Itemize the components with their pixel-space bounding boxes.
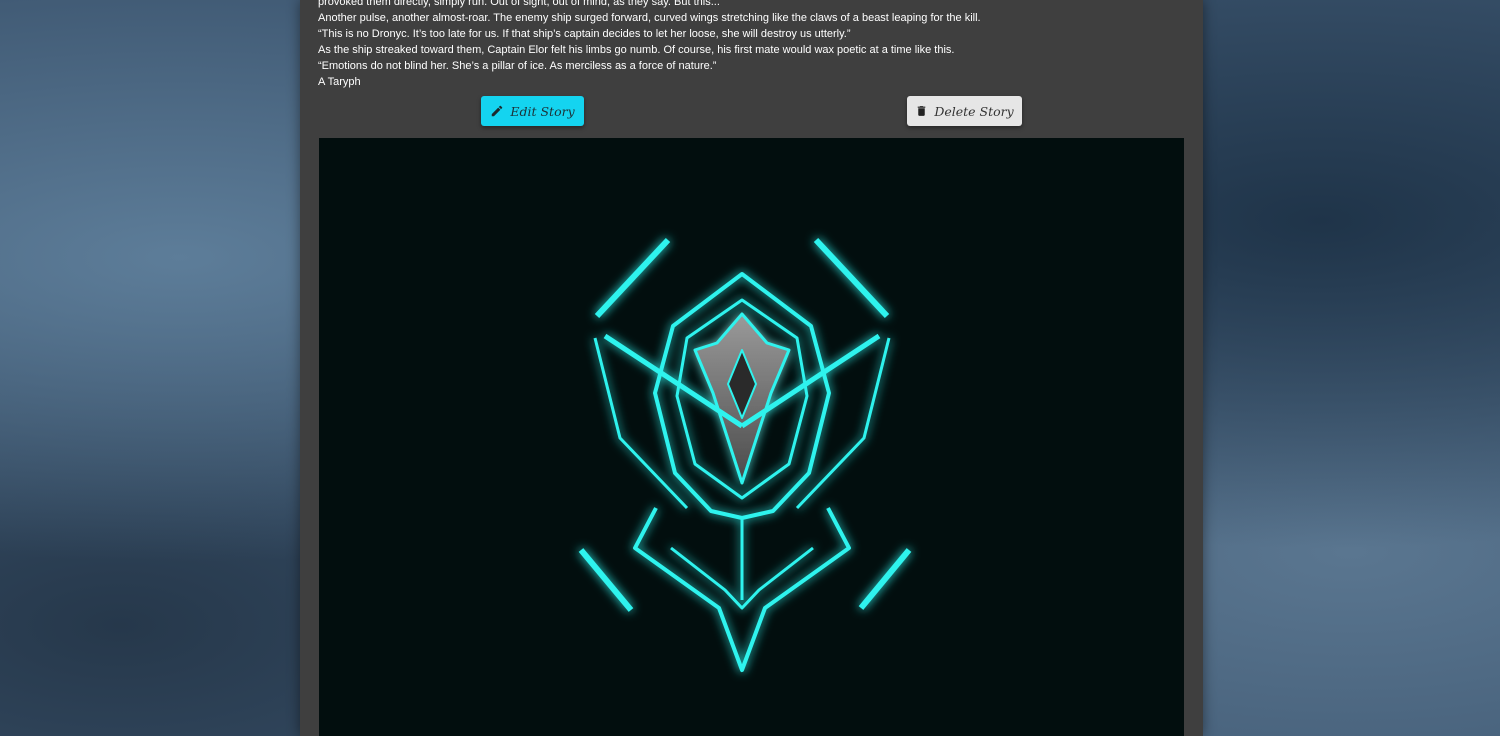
- story-body: provoked them directly, simply run. Out …: [318, 0, 1178, 90]
- story-panel: provoked them directly, simply run. Out …: [300, 0, 1203, 736]
- story-image: [319, 138, 1184, 736]
- edit-story-label: Edit Story: [510, 103, 575, 119]
- delete-story-button[interactable]: Delete Story: [907, 96, 1022, 126]
- trash-icon: [915, 104, 928, 118]
- story-signature: A Taryph: [318, 76, 361, 88]
- story-line: Another pulse, another almost-roar. The …: [318, 12, 981, 24]
- story-line: provoked them directly, simply run. Out …: [318, 0, 720, 8]
- glowing-emblem: [578, 237, 912, 672]
- story-line: As the ship streaked toward them, Captai…: [318, 44, 955, 56]
- story-line: “This is no Dronyc. It’s too late for us…: [318, 28, 851, 40]
- delete-story-label: Delete Story: [934, 103, 1014, 119]
- edit-story-button[interactable]: Edit Story: [481, 96, 584, 126]
- story-line: “Emotions do not blind her. She’s a pill…: [318, 60, 717, 72]
- pencil-icon: [490, 104, 504, 118]
